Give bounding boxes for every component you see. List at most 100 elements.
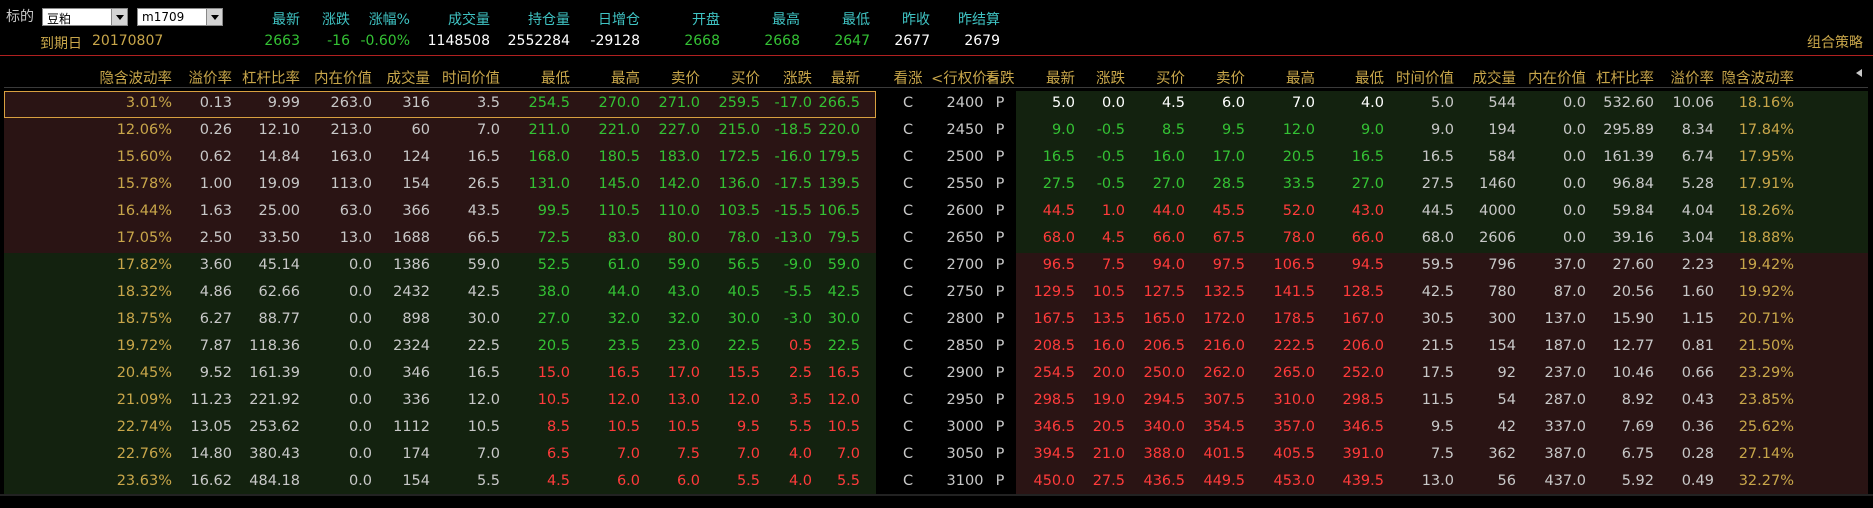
- call-column-header[interactable]: 溢价率: [189, 67, 233, 88]
- put-cell: 13.0: [1421, 473, 1454, 489]
- put-column-header[interactable]: 买价: [1156, 67, 1185, 88]
- call-cell: 16.62: [190, 473, 232, 489]
- put-cell: 449.5: [1203, 473, 1245, 489]
- call-flag: C: [902, 257, 914, 273]
- call-cell: 220.0: [818, 122, 860, 138]
- call-cell: 33.50: [258, 230, 300, 246]
- call-cell: 0.0: [348, 392, 372, 408]
- put-cell: 172.0: [1203, 311, 1245, 327]
- put-cell: 4.5: [1161, 95, 1185, 111]
- put-flag: P: [995, 122, 1005, 138]
- put-column-header[interactable]: 溢价率: [1671, 67, 1715, 88]
- call-cell: 16.5: [467, 365, 500, 381]
- call-cell: -15.5: [774, 203, 812, 219]
- put-column-header[interactable]: 时间价值: [1396, 67, 1454, 88]
- symbol-select[interactable]: 豆粕: [42, 8, 128, 26]
- call-flag: C: [902, 284, 914, 300]
- put-cell: 66.0: [1152, 230, 1185, 246]
- call-cell: 22.76%: [116, 446, 172, 462]
- put-cell: 237.0: [1544, 365, 1586, 381]
- call-cell: 52.5: [537, 257, 570, 273]
- call-cell: 259.5: [718, 95, 760, 111]
- call-cell: 30.0: [467, 311, 500, 327]
- put-column-header[interactable]: 成交量: [1473, 67, 1517, 88]
- put-flag-header[interactable]: 看跌: [986, 67, 1015, 88]
- call-cell: 0.5: [788, 338, 812, 354]
- chevron-down-icon[interactable]: [206, 9, 222, 25]
- call-cell: 12.10: [258, 122, 300, 138]
- call-cell: 3.5: [476, 95, 500, 111]
- put-column-header[interactable]: 卖价: [1216, 67, 1245, 88]
- put-cell: 56: [1497, 473, 1516, 489]
- call-column-header[interactable]: 隐含波动率: [100, 67, 173, 88]
- put-cell: 87.0: [1553, 284, 1586, 300]
- chevron-down-icon[interactable]: [111, 9, 127, 25]
- strike-price: 2650: [946, 230, 984, 246]
- call-flag-header[interactable]: 看涨: [894, 67, 923, 88]
- call-flag: C: [902, 176, 914, 192]
- call-cell: 56.5: [727, 257, 760, 273]
- quote-value: 2647: [834, 33, 870, 49]
- put-cell: 252.0: [1342, 365, 1384, 381]
- call-column-header[interactable]: 杠杆比率: [242, 67, 300, 88]
- put-cell: 5.28: [1681, 176, 1714, 192]
- put-cell: 194: [1488, 122, 1516, 138]
- call-cell: 168.0: [528, 149, 570, 165]
- call-cell: 1.63: [199, 203, 232, 219]
- call-column-header[interactable]: 成交量: [387, 67, 431, 88]
- put-cell: 18.26%: [1738, 203, 1794, 219]
- chevron-left-icon[interactable]: [1852, 64, 1866, 82]
- call-cell: 14.80: [190, 446, 232, 462]
- put-cell: 78.0: [1282, 230, 1315, 246]
- call-column-header[interactable]: 时间价值: [442, 67, 500, 88]
- call-cell: 172.5: [718, 149, 760, 165]
- put-column-header[interactable]: 涨跌: [1096, 67, 1125, 88]
- contract-select[interactable]: m1709: [137, 8, 223, 26]
- call-cell: 63.0: [339, 203, 372, 219]
- put-column-header[interactable]: 杠杆比率: [1596, 67, 1654, 88]
- call-cell: 113.0: [330, 176, 372, 192]
- strike-price: 3000: [946, 419, 984, 435]
- call-cell: 3.60: [199, 257, 232, 273]
- put-column-header[interactable]: 最新: [1046, 67, 1075, 88]
- quote-label: 最高: [772, 12, 800, 28]
- call-column-header[interactable]: 买价: [731, 67, 760, 88]
- put-cell: 254.5: [1033, 365, 1075, 381]
- put-column-header[interactable]: 隐含波动率: [1722, 67, 1795, 88]
- strategy-button[interactable]: 组合策略: [1807, 32, 1863, 52]
- call-cell: 4.5: [546, 473, 570, 489]
- call-column-header[interactable]: 最高: [611, 67, 640, 88]
- call-cell: 10.5: [467, 419, 500, 435]
- call-cell: 17.05%: [116, 230, 172, 246]
- put-cell: 154: [1488, 338, 1516, 354]
- call-cell: 136.0: [718, 176, 760, 192]
- call-cell: 19.09: [258, 176, 300, 192]
- put-cell: 544: [1488, 95, 1516, 111]
- quote-label: 开盘: [692, 12, 720, 28]
- quote-label: 涨幅%: [368, 12, 410, 28]
- put-cell: 0.0: [1562, 230, 1586, 246]
- call-column-header[interactable]: 涨跌: [783, 67, 812, 88]
- call-column-header[interactable]: 最低: [541, 67, 570, 88]
- call-column-header[interactable]: 最新: [831, 67, 860, 88]
- call-column-header[interactable]: 卖价: [671, 67, 700, 88]
- quote-value: 2677: [894, 33, 930, 49]
- call-column-header[interactable]: 内在价值: [314, 67, 372, 88]
- symbol-label: 标的: [6, 9, 34, 25]
- put-cell: 362: [1488, 446, 1516, 462]
- put-cell: 92: [1497, 365, 1516, 381]
- put-cell: 20.56: [1612, 284, 1654, 300]
- put-column-header[interactable]: 最低: [1355, 67, 1384, 88]
- call-cell: 1112: [393, 419, 430, 435]
- put-flag: P: [995, 284, 1005, 300]
- call-cell: 213.0: [330, 122, 372, 138]
- call-cell: 1688: [393, 230, 430, 246]
- call-cell: 88.77: [258, 311, 300, 327]
- call-cell: 139.5: [818, 176, 860, 192]
- header-divider: [0, 55, 1873, 56]
- put-column-header[interactable]: 内在价值: [1528, 67, 1586, 88]
- put-column-header[interactable]: 最高: [1286, 67, 1315, 88]
- put-cell: 0.0: [1562, 122, 1586, 138]
- call-cell: 42.5: [827, 284, 860, 300]
- put-cell: 66.0: [1351, 230, 1384, 246]
